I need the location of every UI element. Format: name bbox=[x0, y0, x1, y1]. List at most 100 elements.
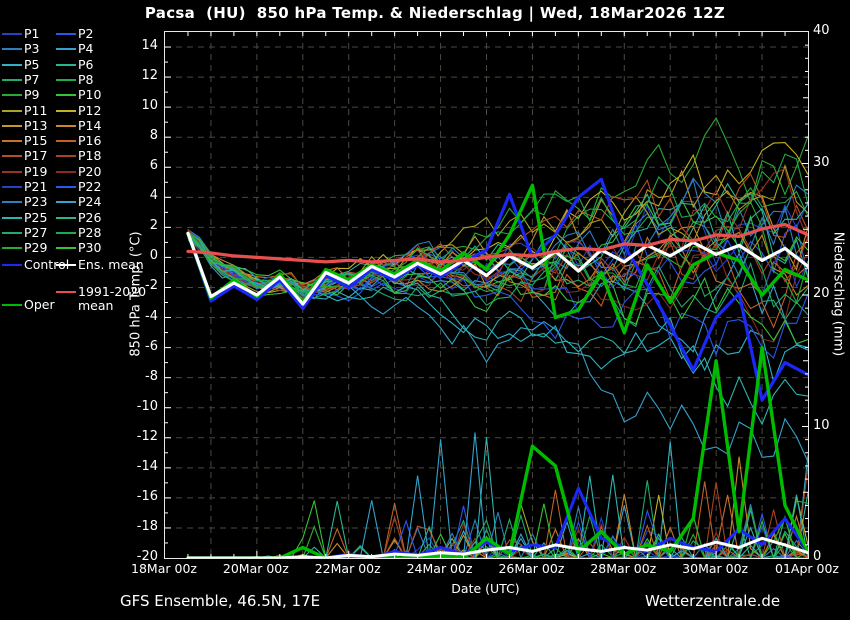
legend-item-p14-swatch bbox=[56, 125, 76, 127]
legend-item-p5-label: P5 bbox=[24, 58, 40, 72]
legend-item-p22: P22 bbox=[56, 180, 101, 194]
legend-item-p27-swatch bbox=[2, 232, 22, 234]
legend-item-p8: P8 bbox=[56, 73, 94, 87]
legend-item-p13-swatch bbox=[2, 125, 22, 127]
legend-item-p28-swatch bbox=[56, 232, 76, 234]
left-tick-label: -12 bbox=[112, 429, 158, 444]
legend-item-p21-swatch bbox=[2, 186, 22, 188]
x-tick-label: 01Apr 00z bbox=[761, 561, 850, 576]
left-tick-label: 12 bbox=[112, 68, 158, 83]
legend-item-oper: Oper bbox=[2, 298, 55, 312]
legend-item-p18: P18 bbox=[56, 149, 101, 163]
member-temp-lines bbox=[188, 118, 808, 462]
legend-item-p6-label: P6 bbox=[78, 58, 94, 72]
legend-item-p1-label: P1 bbox=[24, 27, 40, 41]
legend-item-p19-swatch bbox=[2, 171, 22, 173]
legend-item-p7: P7 bbox=[2, 73, 40, 87]
left-tick-label: 4 bbox=[112, 188, 158, 203]
legend-item-ens-mean-swatch bbox=[56, 264, 76, 266]
legend-item-p5-swatch bbox=[2, 64, 22, 66]
legend-item-p11-label: P11 bbox=[24, 104, 47, 118]
legend-item-p30: P30 bbox=[56, 241, 101, 255]
legend-item-p24-label: P24 bbox=[78, 195, 101, 209]
right-tick-label: 30 bbox=[813, 155, 847, 170]
legend-item-p11-swatch bbox=[2, 110, 22, 112]
left-tick-label: -4 bbox=[112, 309, 158, 324]
legend-item-p29-label: P29 bbox=[24, 241, 47, 255]
legend-item-p15-swatch bbox=[2, 140, 22, 142]
legend-item-p6: P6 bbox=[56, 58, 94, 72]
legend-item-p29: P29 bbox=[2, 241, 47, 255]
legend-item-p1-swatch bbox=[2, 33, 22, 35]
legend-item-p12-swatch bbox=[56, 110, 76, 112]
left-tick-label: 6 bbox=[112, 158, 158, 173]
left-tick-label: -2 bbox=[112, 278, 158, 293]
legend-item-oper-label: Oper bbox=[24, 298, 55, 312]
legend-item-p20-swatch bbox=[56, 171, 76, 173]
legend-item-p17-swatch bbox=[2, 155, 22, 157]
legend-item-p24-swatch bbox=[56, 201, 76, 203]
legend-item-p3: P3 bbox=[2, 42, 40, 56]
legend-item-p3-label: P3 bbox=[24, 42, 40, 56]
legend-item-p8-swatch bbox=[56, 79, 76, 81]
legend-item-p27: P27 bbox=[2, 226, 47, 240]
legend-item-p25-label: P25 bbox=[24, 211, 47, 225]
legend-item-p8-label: P8 bbox=[78, 73, 94, 87]
right-tick-label: 10 bbox=[813, 418, 847, 433]
left-tick-label: -6 bbox=[112, 339, 158, 354]
clim-mean-temp-line bbox=[188, 224, 808, 262]
legend-item-p21-label: P21 bbox=[24, 180, 47, 194]
legend-item-p12: P12 bbox=[56, 104, 101, 118]
legend-item-p23-swatch bbox=[2, 201, 22, 203]
legend-item-p4: P4 bbox=[56, 42, 94, 56]
left-tick-label: 10 bbox=[112, 98, 158, 113]
legend-item-p25: P25 bbox=[2, 211, 47, 225]
legend-item-p28: P28 bbox=[56, 226, 101, 240]
legend-item-p7-swatch bbox=[2, 79, 22, 81]
chart-plot-area bbox=[164, 31, 809, 559]
legend-item-p11: P11 bbox=[2, 104, 47, 118]
x-tick-label: 18Mar 00z bbox=[118, 561, 210, 576]
legend-item-p10: P10 bbox=[56, 88, 101, 102]
legend-item-p4-label: P4 bbox=[78, 42, 94, 56]
legend-item-p17-label: P17 bbox=[24, 149, 47, 163]
x-tick-label: 22Mar 00z bbox=[302, 561, 394, 576]
legend-item-control-swatch bbox=[2, 264, 22, 266]
left-tick-label: -18 bbox=[112, 519, 158, 534]
legend-item-p28-label: P28 bbox=[78, 226, 101, 240]
legend-item-p3-swatch bbox=[2, 48, 22, 50]
legend-item-p20-label: P20 bbox=[78, 165, 101, 179]
right-tick-label: 40 bbox=[813, 23, 847, 38]
left-tick-label: 2 bbox=[112, 218, 158, 233]
legend-item-p13-label: P13 bbox=[24, 119, 47, 133]
legend-item-p16: P16 bbox=[56, 134, 101, 148]
left-tick-label: -8 bbox=[112, 369, 158, 384]
legend-item-1991-2020-mean-swatch bbox=[56, 291, 76, 293]
legend-item-p20: P20 bbox=[56, 165, 101, 179]
legend-item-p6-swatch bbox=[56, 64, 76, 66]
chart-canvas bbox=[165, 32, 808, 558]
legend-item-p30-swatch bbox=[56, 247, 76, 249]
x-tick-label: 20Mar 00z bbox=[210, 561, 302, 576]
left-tick-label: 8 bbox=[112, 128, 158, 143]
legend-item-p25-swatch bbox=[2, 217, 22, 219]
legend-item-p22-swatch bbox=[56, 186, 76, 188]
x-tick-label: 24Mar 00z bbox=[394, 561, 486, 576]
legend-item-p1: P1 bbox=[2, 27, 40, 41]
legend-item-p13: P13 bbox=[2, 119, 47, 133]
watermark-text: Wetterzentrale.de bbox=[645, 592, 780, 610]
legend-item-p19-label: P19 bbox=[24, 165, 47, 179]
legend-item-p2-label: P2 bbox=[78, 27, 94, 41]
left-tick-label: 0 bbox=[112, 248, 158, 263]
legend-item-p27-label: P27 bbox=[24, 226, 47, 240]
legend-item-p7-label: P7 bbox=[24, 73, 40, 87]
legend-item-p23-label: P23 bbox=[24, 195, 47, 209]
x-tick-label: 30Mar 00z bbox=[669, 561, 761, 576]
oper-precip-line bbox=[188, 348, 808, 558]
legend-item-oper-swatch bbox=[2, 304, 22, 306]
legend-item-p5: P5 bbox=[2, 58, 40, 72]
legend-item-p17: P17 bbox=[2, 149, 47, 163]
legend-item-p10-swatch bbox=[56, 94, 76, 96]
legend-item-p26-label: P26 bbox=[78, 211, 101, 225]
legend-item-p19: P19 bbox=[2, 165, 47, 179]
